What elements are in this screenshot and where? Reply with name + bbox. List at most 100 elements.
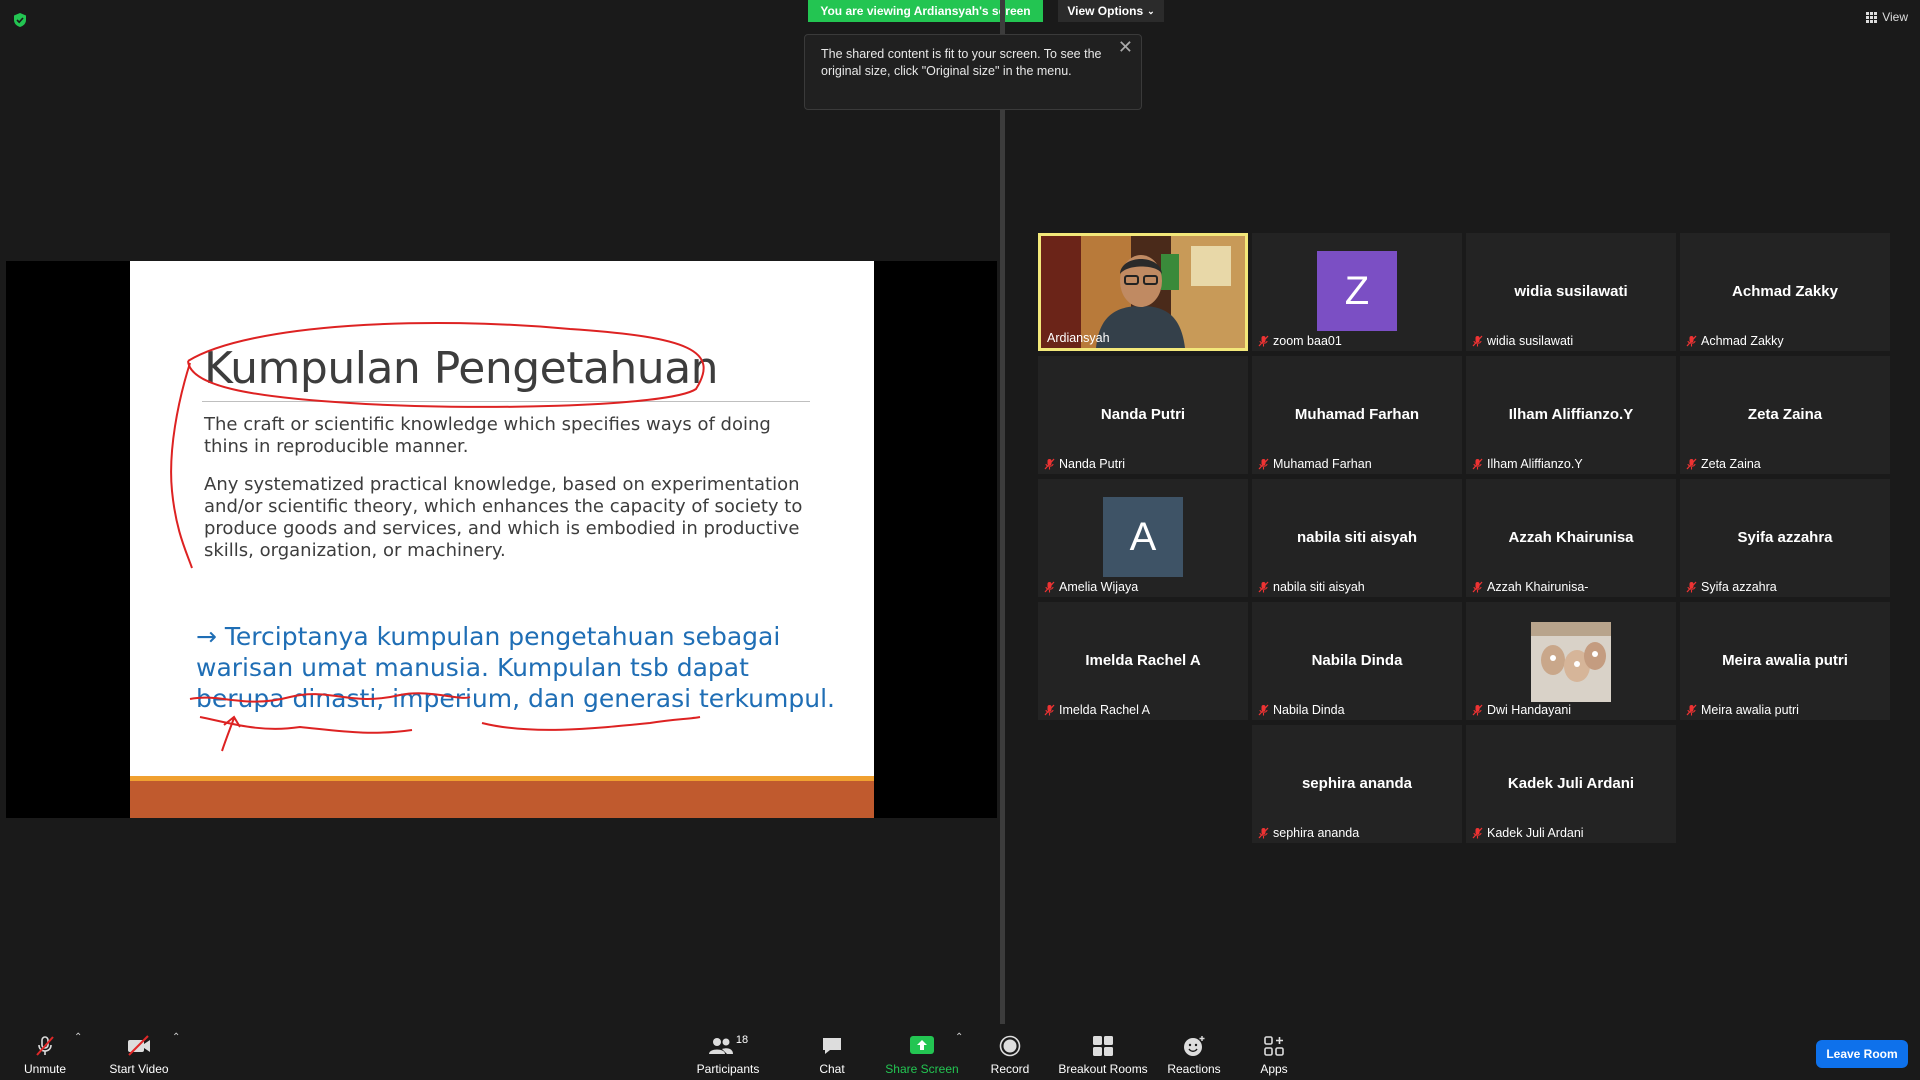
chat-button[interactable]: Chat bbox=[812, 1024, 852, 1080]
participant-tile[interactable]: Zeta Zaina Zeta Zaina bbox=[1680, 356, 1890, 474]
share-options-caret[interactable]: ⌃ bbox=[955, 1032, 963, 1043]
breakout-rooms-icon bbox=[1093, 1036, 1113, 1056]
reactions-icon bbox=[1184, 1036, 1205, 1056]
slide-footer-bar bbox=[130, 781, 874, 818]
mic-muted-icon bbox=[1472, 581, 1483, 593]
participant-tile[interactable]: Dwi Handayani bbox=[1466, 602, 1676, 720]
mic-muted-icon bbox=[1258, 335, 1269, 347]
reactions-button[interactable]: Reactions bbox=[1166, 1024, 1222, 1080]
participant-display-name: Ilham Aliffianzo.Y bbox=[1508, 406, 1634, 423]
participant-name-label: Nabila Dinda bbox=[1258, 703, 1345, 717]
participant-display-name: Nabila Dinda bbox=[1311, 652, 1403, 669]
share-screen-button[interactable]: Share Screen bbox=[884, 1024, 960, 1080]
mic-muted-icon bbox=[1258, 581, 1269, 593]
chat-icon bbox=[823, 1038, 841, 1054]
participant-tile[interactable]: Ardiansyah bbox=[1038, 233, 1248, 351]
participant-display-name: sephira ananda bbox=[1301, 775, 1413, 792]
participant-name: Ilham Aliffianzo.Y bbox=[1487, 457, 1583, 471]
split-divider-top[interactable] bbox=[1000, 0, 1005, 34]
ink-underline-2 bbox=[199, 716, 413, 734]
avatar: A bbox=[1103, 497, 1183, 577]
participant-tile[interactable]: Nabila Dinda Nabila Dinda bbox=[1252, 602, 1462, 720]
participant-tile[interactable]: widia susilawati widia susilawati bbox=[1466, 233, 1676, 351]
view-options-button[interactable]: View Options ⌄ bbox=[1058, 0, 1164, 22]
mic-muted-icon bbox=[1686, 335, 1697, 347]
participant-name-label: Dwi Handayani bbox=[1472, 703, 1571, 717]
audio-options-caret[interactable]: ⌃ bbox=[74, 1032, 82, 1043]
participant-name-label: Ardiansyah bbox=[1047, 331, 1110, 345]
participant-tile[interactable]: Syifa azzahra Syifa azzahra bbox=[1680, 479, 1890, 597]
participant-name-label: widia susilawati bbox=[1472, 334, 1573, 348]
viewing-screen-banner: You are viewing Ardiansyah's screen bbox=[808, 0, 1043, 22]
mic-muted-icon bbox=[1686, 458, 1697, 470]
close-icon[interactable]: ✕ bbox=[1118, 38, 1133, 56]
record-button[interactable]: Record bbox=[988, 1024, 1032, 1080]
participant-name-label: Ilham Aliffianzo.Y bbox=[1472, 457, 1583, 471]
participant-name-label: Amelia Wijaya bbox=[1044, 580, 1138, 594]
participant-tile[interactable]: Meira awalia putri Meira awalia putri bbox=[1680, 602, 1890, 720]
participant-tile[interactable]: Azzah Khairunisa Azzah Khairunisa- bbox=[1466, 479, 1676, 597]
unmute-button[interactable]: Unmute bbox=[20, 1024, 70, 1080]
participant-name: widia susilawati bbox=[1487, 334, 1574, 348]
view-button[interactable]: View bbox=[1866, 10, 1908, 24]
mic-muted-icon bbox=[1686, 704, 1697, 716]
participant-tile[interactable]: Muhamad Farhan Muhamad Farhan bbox=[1252, 356, 1462, 474]
slide-paragraph-1: The craft or scientific knowledge which … bbox=[204, 414, 771, 457]
mic-muted-icon bbox=[1472, 458, 1483, 470]
ink-arrow bbox=[221, 715, 241, 752]
participant-name: Dwi Handayani bbox=[1487, 703, 1572, 717]
mic-muted-icon bbox=[1258, 827, 1269, 839]
record-icon bbox=[999, 1035, 1021, 1057]
presentation-slide: Kumpulan Pengetahuan The craft or scient… bbox=[130, 261, 874, 818]
shield-icon[interactable] bbox=[12, 12, 28, 28]
reactions-label: Reactions bbox=[1167, 1062, 1221, 1076]
participant-name: Achmad Zakky bbox=[1701, 334, 1784, 348]
start-video-button[interactable]: Start Video bbox=[106, 1024, 172, 1080]
share-screen-icon bbox=[910, 1036, 934, 1054]
mic-muted-icon bbox=[1472, 827, 1483, 839]
shared-screen[interactable]: Kumpulan Pengetahuan The craft or scient… bbox=[6, 261, 997, 818]
participant-display-name: Nanda Putri bbox=[1100, 406, 1186, 423]
avatar bbox=[1531, 622, 1611, 702]
apps-button[interactable]: Apps bbox=[1254, 1024, 1294, 1080]
breakout-rooms-button[interactable]: Breakout Rooms bbox=[1058, 1024, 1148, 1080]
participant-display-name: Muhamad Farhan bbox=[1294, 406, 1420, 423]
participant-tile[interactable]: Zzoom baa01 bbox=[1252, 233, 1462, 351]
mic-muted-icon bbox=[1472, 335, 1483, 347]
participant-tile[interactable]: sephira ananda sephira ananda bbox=[1252, 725, 1462, 843]
participant-tile[interactable]: Achmad Zakky Achmad Zakky bbox=[1680, 233, 1890, 351]
participant-name: Syifa azzahra bbox=[1701, 580, 1777, 594]
tooltip-text: The shared content is fit to your screen… bbox=[821, 47, 1102, 78]
participant-display-name: nabila siti aisyah bbox=[1296, 529, 1418, 546]
video-options-caret[interactable]: ⌃ bbox=[172, 1032, 180, 1043]
participant-name: Muhamad Farhan bbox=[1273, 457, 1372, 471]
fit-to-screen-tooltip: The shared content is fit to your screen… bbox=[804, 34, 1142, 110]
participants-button[interactable]: 18 Participants bbox=[694, 1024, 762, 1080]
participant-display-name: Syifa azzahra bbox=[1737, 529, 1833, 546]
participant-name-label: Achmad Zakky bbox=[1686, 334, 1784, 348]
meeting-toolbar: Unmute ⌃ Start Video ⌃ 18 Participants C… bbox=[0, 1024, 1920, 1080]
ink-bracket-left bbox=[170, 362, 193, 569]
mic-muted-icon bbox=[1044, 458, 1055, 470]
mic-muted-icon bbox=[1686, 581, 1697, 593]
participant-tile[interactable]: nabila siti aisyah nabila siti aisyah bbox=[1252, 479, 1462, 597]
mic-muted-icon bbox=[1472, 704, 1483, 716]
leave-room-button[interactable]: Leave Room bbox=[1816, 1040, 1908, 1068]
chevron-down-icon: ⌄ bbox=[1147, 5, 1155, 16]
participant-tile[interactable]: Imelda Rachel A Imelda Rachel A bbox=[1038, 602, 1248, 720]
ink-underline-3 bbox=[481, 716, 701, 731]
participant-tile[interactable]: Nanda Putri Nanda Putri bbox=[1038, 356, 1248, 474]
participant-display-name: Azzah Khairunisa bbox=[1508, 529, 1634, 546]
participant-tile[interactable]: Ilham Aliffianzo.Y Ilham Aliffianzo.Y bbox=[1466, 356, 1676, 474]
participant-tile[interactable]: A Amelia Wijaya bbox=[1038, 479, 1248, 597]
participant-name-label: nabila siti aisyah bbox=[1258, 580, 1365, 594]
participant-display-name: Meira awalia putri bbox=[1722, 652, 1848, 669]
participant-tile[interactable]: Kadek Juli Ardani Kadek Juli Ardani bbox=[1466, 725, 1676, 843]
participant-name-label: Meira awalia putri bbox=[1686, 703, 1799, 717]
participant-name: sephira ananda bbox=[1273, 826, 1360, 840]
participant-name: Kadek Juli Ardani bbox=[1487, 826, 1584, 840]
split-divider[interactable] bbox=[1000, 110, 1005, 1028]
participant-name: Nabila Dinda bbox=[1273, 703, 1345, 717]
apps-label: Apps bbox=[1260, 1062, 1288, 1076]
mic-muted-icon bbox=[1044, 704, 1055, 716]
